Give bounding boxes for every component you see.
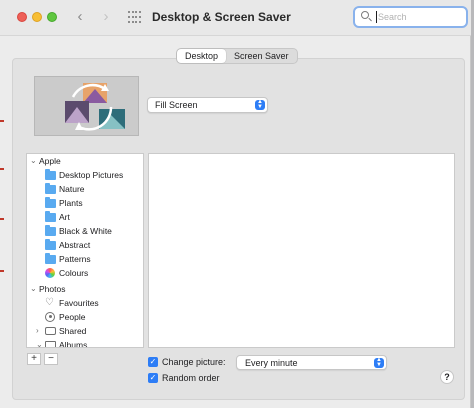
- sidebar-item-favourites[interactable]: ♡ Favourites: [27, 296, 143, 310]
- add-folder-button[interactable]: +: [27, 353, 41, 365]
- sidebar-item-nature[interactable]: Nature: [27, 182, 143, 196]
- background-window-edge: [0, 270, 4, 272]
- sidebar-item-label: Desktop Pictures: [59, 170, 124, 180]
- sidebar-item-plants[interactable]: Plants: [27, 196, 143, 210]
- shared-icon: [45, 327, 56, 335]
- sidebar-item-colours[interactable]: Colours: [27, 266, 143, 280]
- folder-icon: [45, 225, 56, 236]
- sidebar-item-albums[interactable]: ⌄ Albums: [27, 338, 143, 348]
- sidebar-item-label: Black & White: [59, 226, 112, 236]
- chevron-down-icon[interactable]: ⌄: [30, 154, 38, 168]
- group-label: Photos: [39, 284, 66, 294]
- help-button[interactable]: ?: [440, 370, 454, 384]
- random-order-label: Random order: [162, 373, 220, 383]
- picture-gallery[interactable]: [148, 153, 455, 348]
- chevron-down-icon[interactable]: ⌄: [36, 338, 44, 347]
- search-input[interactable]: Search: [353, 6, 468, 28]
- heart-icon: ♡: [45, 297, 54, 308]
- sidebar-item-label: Art: [59, 212, 70, 222]
- colour-wheel-icon: [45, 268, 55, 278]
- sidebar-item-label: People: [59, 312, 86, 322]
- chevron-down-icon[interactable]: ⌄: [30, 282, 38, 296]
- sidebar-item-label: Colours: [59, 268, 89, 278]
- select-stepper-icon: ▲ ▼: [374, 357, 384, 368]
- chevron-right-icon[interactable]: ›: [36, 324, 44, 338]
- search-icon: [361, 11, 369, 19]
- window-title: Desktop & Screen Saver: [152, 10, 291, 24]
- folder-icon: [45, 253, 56, 264]
- close-window-button[interactable]: [17, 12, 27, 22]
- text-cursor: [376, 11, 377, 23]
- folder-icon: [45, 183, 56, 194]
- sidebar-item-art[interactable]: Art: [27, 210, 143, 224]
- sidebar-item-label: Favourites: [59, 298, 99, 308]
- folder-icon: [45, 239, 56, 250]
- sidebar-item-label: Shared: [59, 326, 87, 336]
- chevron-right-icon[interactable]: ›: [98, 8, 114, 26]
- sidebar-item-label: Nature: [59, 184, 85, 194]
- random-order-checkbox[interactable]: ✓: [148, 373, 158, 383]
- sidebar-item-label: Albums: [59, 340, 88, 348]
- select-stepper-icon: ▲ ▼: [255, 99, 265, 110]
- fill-mode-select[interactable]: Fill Screen ▲ ▼: [147, 97, 268, 113]
- sidebar-item-people[interactable]: People: [27, 310, 143, 324]
- sidebar-item-desktop-pictures[interactable]: Desktop Pictures: [27, 168, 143, 182]
- sidebar-item-label: Patterns: [59, 254, 91, 264]
- sidebar-item-label: Abstract: [59, 240, 91, 250]
- sidebar-item-abstract[interactable]: Abstract: [27, 238, 143, 252]
- background-window-edge: [0, 218, 4, 220]
- sidebar-item-patterns[interactable]: Patterns: [27, 252, 143, 266]
- group-photos[interactable]: ⌄ Photos: [27, 282, 143, 296]
- zoom-window-button[interactable]: [47, 12, 57, 22]
- desktop-preview: [34, 76, 139, 136]
- minimize-window-button[interactable]: [32, 12, 42, 22]
- change-picture-label: Change picture:: [162, 357, 226, 367]
- fill-mode-value: Fill Screen: [155, 100, 198, 110]
- album-icon: [45, 341, 56, 347]
- tab-desktop[interactable]: Desktop: [177, 49, 227, 63]
- tab-bar: Desktop Screen Saver: [176, 48, 298, 64]
- grid-icon[interactable]: [128, 11, 141, 24]
- group-apple[interactable]: ⌄ Apple: [27, 154, 143, 168]
- remove-folder-button[interactable]: −: [44, 353, 58, 365]
- folder-icon: [45, 197, 56, 208]
- group-label: Apple: [39, 156, 61, 166]
- change-interval-value: Every minute: [245, 358, 298, 368]
- background-window-edge: [0, 120, 4, 122]
- search-placeholder: Search: [378, 12, 407, 22]
- folder-icon: [45, 211, 56, 222]
- dynamic-wallpaper-icon: [65, 83, 125, 131]
- chevron-left-icon[interactable]: ‹: [72, 8, 88, 26]
- title-bar: ‹ › Desktop & Screen Saver Search: [0, 0, 471, 36]
- sidebar-item-shared[interactable]: › Shared: [27, 324, 143, 338]
- source-list[interactable]: ⌄ Apple Desktop Pictures Nature Plants A…: [26, 153, 144, 348]
- person-icon: [45, 312, 55, 322]
- change-picture-checkbox[interactable]: ✓: [148, 357, 158, 367]
- tab-screen-saver[interactable]: Screen Saver: [226, 49, 297, 63]
- background-window-edge: [0, 168, 4, 170]
- preferences-window: ‹ › Desktop & Screen Saver Search Deskto…: [0, 0, 471, 408]
- sidebar-item-label: Plants: [59, 198, 83, 208]
- change-interval-select[interactable]: Every minute ▲ ▼: [236, 355, 387, 370]
- folder-icon: [45, 169, 56, 180]
- sidebar-item-black-white[interactable]: Black & White: [27, 224, 143, 238]
